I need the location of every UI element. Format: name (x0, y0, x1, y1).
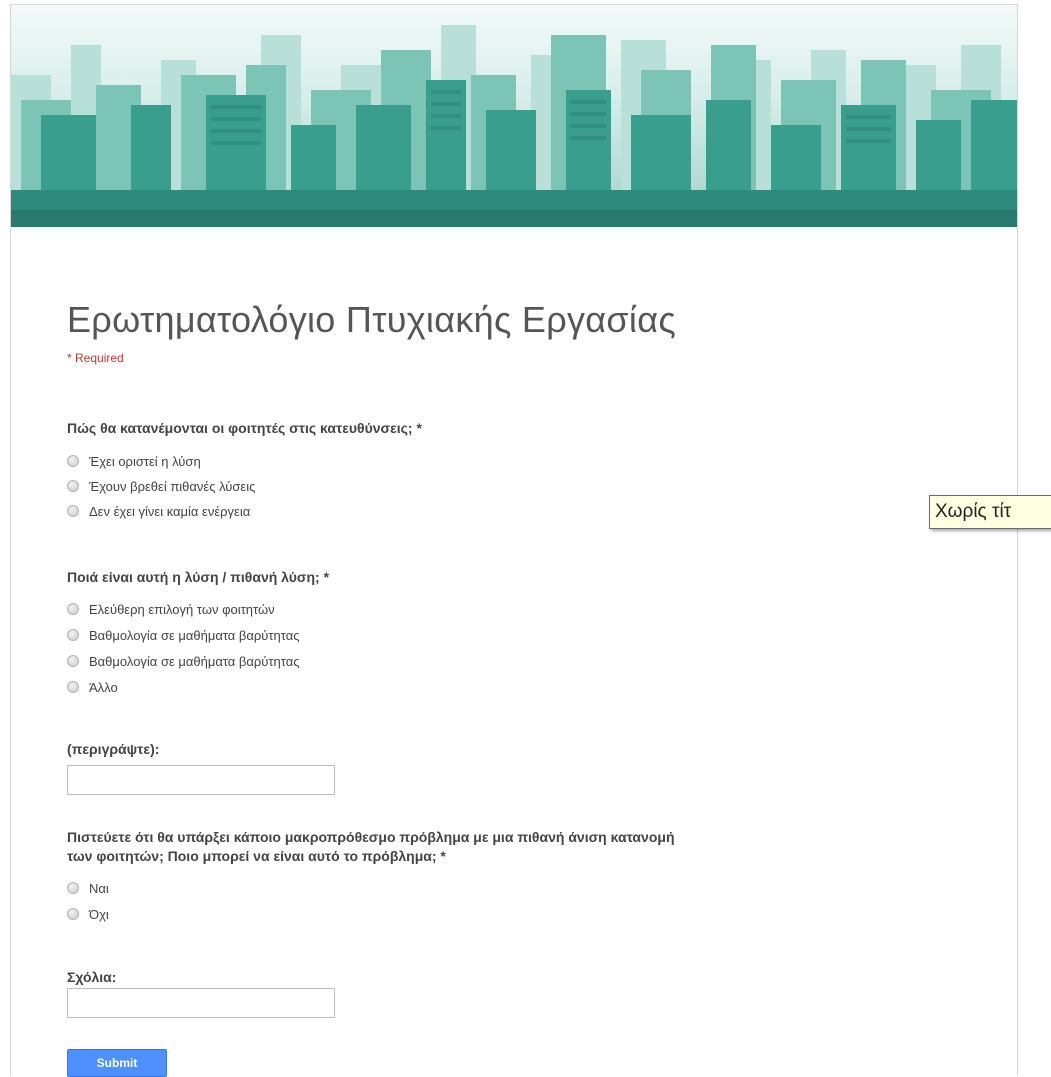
option-label: Άλλο (89, 679, 118, 695)
tooltip: Χωρίς τίτ (929, 495, 1051, 529)
question-2-title: Ποιά είναι αυτή η λύση / πιθανή λύση; * (67, 569, 330, 585)
option-label: Έχουν βρεθεί πιθανές λύσεις (89, 478, 256, 494)
option-label: Ναι (89, 880, 109, 896)
option-label: Βαθμολογία σε μαθήματα βαρύτητας (89, 627, 300, 643)
question-4-title-line-2: των φοιτητών; Ποιο μπορεί να είναι αυτό … (67, 848, 446, 864)
question-4-option-yes[interactable]: Ναι (67, 878, 109, 898)
describe-input[interactable] (67, 765, 335, 795)
radio-button[interactable] (67, 629, 79, 641)
question-2-option-2[interactable]: Βαθμολογία σε μαθήματα βαρύτητας (67, 625, 300, 645)
radio-button[interactable] (67, 681, 79, 693)
question-1-option-3[interactable]: Δεν έχει γίνει καμία ενέργεια (67, 501, 250, 521)
radio-button[interactable] (67, 603, 79, 615)
question-4-title-line-1: Πιστεύετε ότι θα υπάρξει κάποιο μακροπρό… (67, 829, 675, 845)
option-label: Έχει οριστεί η λύση (89, 453, 201, 469)
question-1-option-1[interactable]: Έχει οριστεί η λύση (67, 451, 201, 471)
required-note: * Required (67, 351, 124, 365)
radio-button[interactable] (67, 455, 79, 467)
question-2-option-3[interactable]: Βαθμολογία σε μαθήματα βαρύτητας (67, 651, 300, 671)
radio-button[interactable] (67, 480, 79, 492)
option-label: Δεν έχει γίνει καμία ενέργεια (89, 503, 251, 519)
option-label: Όχι (89, 906, 109, 922)
question-1-option-2[interactable]: Έχουν βρεθεί πιθανές λύσεις (67, 476, 255, 496)
comments-input[interactable] (67, 988, 335, 1018)
radio-button[interactable] (67, 908, 79, 920)
option-label: Βαθμολογία σε μαθήματα βαρύτητας (89, 653, 300, 669)
question-4-option-no[interactable]: Όχι (67, 904, 109, 924)
question-2-option-4[interactable]: Άλλο (67, 677, 118, 697)
radio-button[interactable] (67, 505, 79, 517)
form-card: Ερωτηματολόγιο Πτυχιακής Εργασίας * Requ… (10, 4, 1018, 1077)
header-banner-image (11, 5, 1017, 227)
question-1-title: Πώς θα κατανέμονται οι φοιτητές στις κατ… (67, 420, 422, 436)
form-title: Ερωτηματολόγιο Πτυχιακής Εργασίας (67, 299, 676, 340)
question-2-option-1[interactable]: Ελεύθερη επιλογή των φοιτητών (67, 599, 275, 619)
option-label: Ελεύθερη επιλογή των φοιτητών (89, 601, 275, 617)
radio-button[interactable] (67, 655, 79, 667)
comments-label: Σχόλια: (67, 969, 117, 985)
submit-button[interactable]: Submit (67, 1049, 167, 1077)
radio-button[interactable] (67, 882, 79, 894)
describe-label: (περιγράψτε): (67, 741, 160, 757)
